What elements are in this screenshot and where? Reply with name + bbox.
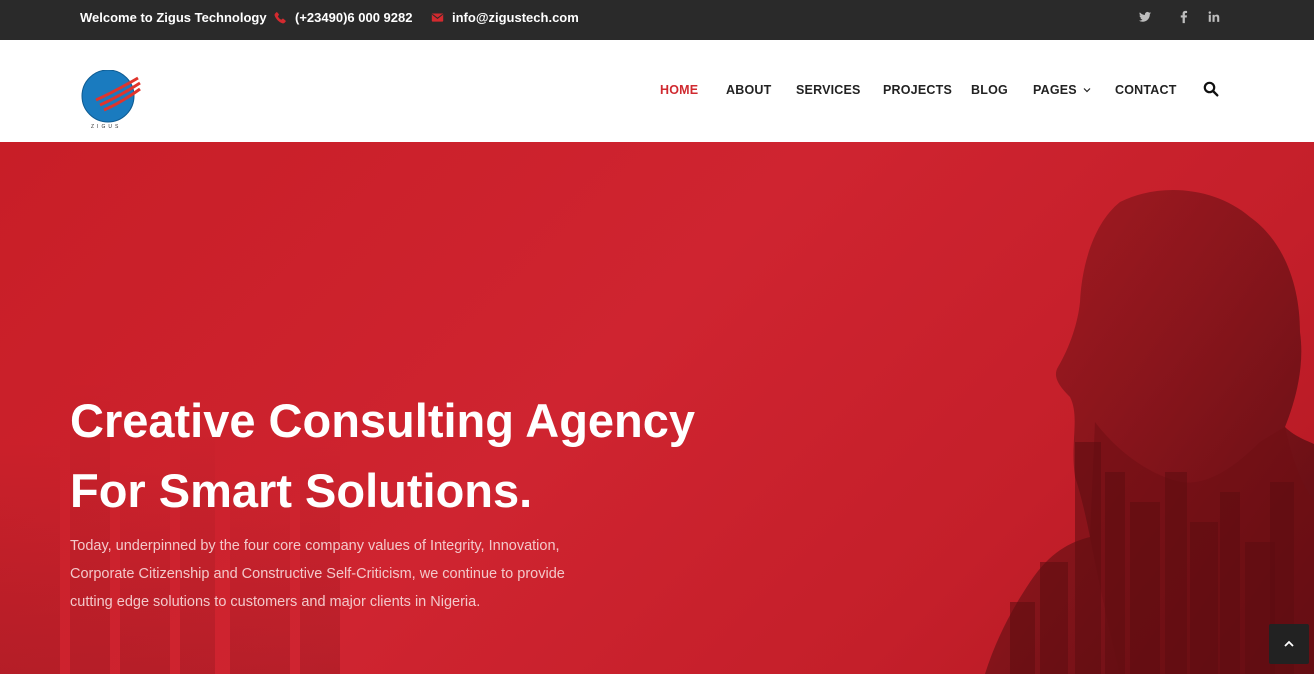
nav-about[interactable]: ABOUT <box>726 83 771 97</box>
hero-description: Today, underpinned by the four core comp… <box>70 532 610 616</box>
chevron-down-icon <box>1083 86 1091 94</box>
email-contact[interactable]: info@zigustech.com <box>431 10 579 25</box>
hero-title-line-1: Creative Consulting Agency <box>70 394 696 447</box>
hero-title-line-2: For Smart Solutions. <box>70 464 533 517</box>
nav-projects[interactable]: PROJECTS <box>883 83 952 97</box>
nav-services[interactable]: SERVICES <box>796 83 861 97</box>
nav-contact[interactable]: CONTACT <box>1115 83 1177 97</box>
nav-pages-label: PAGES <box>1033 83 1077 97</box>
phone-icon <box>274 11 287 24</box>
envelope-icon <box>431 11 444 24</box>
facebook-icon[interactable] <box>1177 10 1191 27</box>
hero-section: Creative Consulting Agency For Smart Sol… <box>0 142 1314 674</box>
hero-text-line-2: Corporate Citizenship and Constructive S… <box>70 566 565 582</box>
scroll-to-top-button[interactable] <box>1269 624 1309 664</box>
hero-title: Creative Consulting Agency For Smart Sol… <box>70 386 770 526</box>
search-icon[interactable] <box>1203 81 1219 97</box>
hero-text-line-1: Today, underpinned by the four core comp… <box>70 538 560 554</box>
svg-text:ZIGUS: ZIGUS <box>91 124 121 130</box>
nav-blog[interactable]: BLOG <box>971 83 1008 97</box>
welcome-text: Welcome to Zigus Technology <box>80 10 267 25</box>
nav-pages[interactable]: PAGES <box>1033 83 1091 97</box>
email-address: info@zigustech.com <box>452 10 579 25</box>
top-bar: Welcome to Zigus Technology (+23490)6 00… <box>0 0 1314 40</box>
hero-text-line-3: cutting edge solutions to customers and … <box>70 594 481 610</box>
phone-contact[interactable]: (+23490)6 000 9282 <box>274 10 412 25</box>
chevron-up-icon <box>1283 638 1295 650</box>
main-header: ZIGUS HOME ABOUT SERVICES PROJECTS BLOG … <box>0 40 1314 142</box>
main-nav: HOME ABOUT SERVICES PROJECTS BLOG PAGES … <box>0 83 1314 103</box>
nav-home[interactable]: HOME <box>660 83 698 97</box>
linkedin-icon[interactable] <box>1207 10 1221 27</box>
twitter-icon[interactable] <box>1138 10 1152 27</box>
phone-number: (+23490)6 000 9282 <box>295 10 413 25</box>
